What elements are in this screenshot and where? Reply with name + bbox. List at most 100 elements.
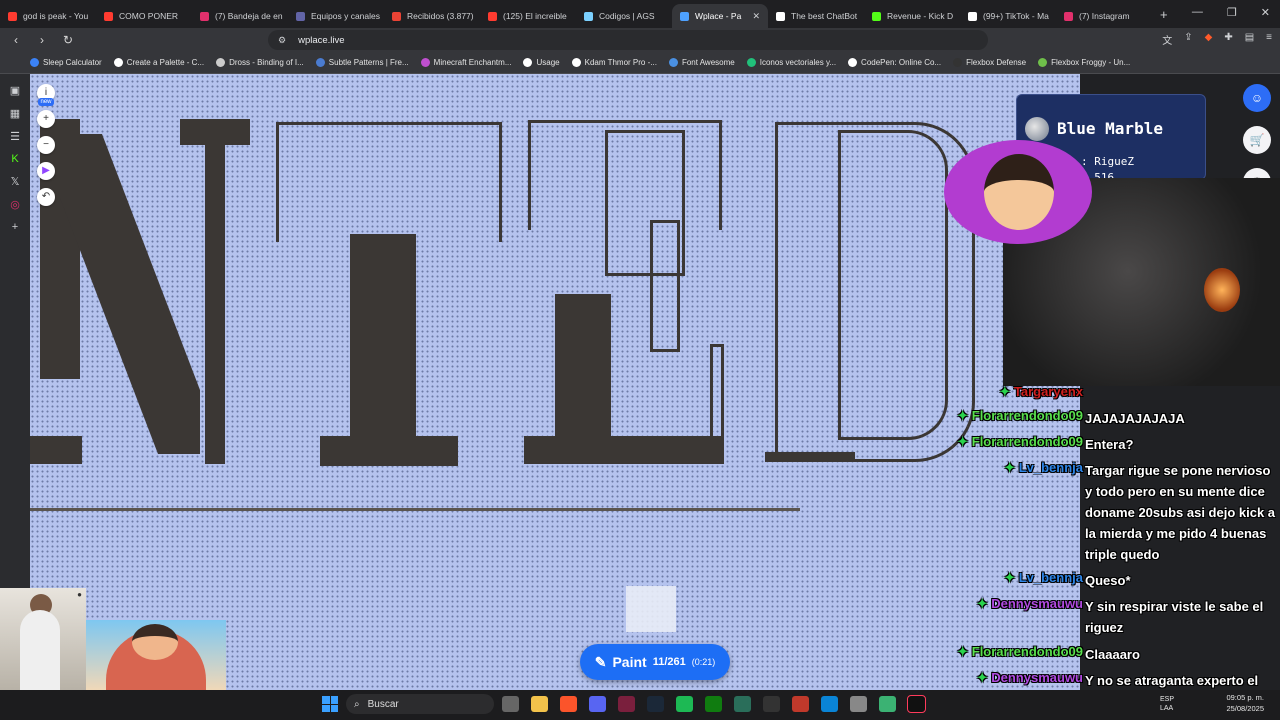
pixel-art-stroke bbox=[30, 436, 82, 464]
pixel-art-stroke bbox=[350, 234, 416, 464]
close-window-icon[interactable]: ✕ bbox=[1261, 6, 1270, 19]
chat-username[interactable]: ✦ Florarrendondo09 bbox=[940, 408, 1083, 429]
avatar-button[interactable]: ☺ bbox=[1243, 84, 1271, 112]
minimize-icon[interactable]: — bbox=[1192, 6, 1203, 19]
bookmark-item[interactable]: Create a Palette - C... bbox=[113, 58, 204, 67]
browser-tab[interactable]: (125) El increible bbox=[480, 4, 576, 28]
browser-tab[interactable]: Revenue - Kick D bbox=[864, 4, 960, 28]
chat-username[interactable]: ✦ Dennysmauwu bbox=[940, 670, 1083, 690]
reload-icon[interactable]: ↻ bbox=[58, 33, 78, 47]
cam-close-icon[interactable]: ● bbox=[77, 590, 82, 599]
reading-list-icon[interactable]: ☰ bbox=[0, 130, 30, 143]
bookmark-item[interactable]: Usage bbox=[523, 58, 560, 67]
bookmark-label: CodePen: Online Co... bbox=[861, 58, 942, 67]
chat-username[interactable]: ✦ Florarrendondo09 bbox=[940, 644, 1083, 665]
sidebar-toggle-icon[interactable]: ▤ bbox=[1245, 32, 1254, 47]
chat-username[interactable]: ✦ Targaryenx bbox=[940, 384, 1083, 400]
app-icon[interactable] bbox=[879, 696, 896, 712]
bookmark-item[interactable]: Font Awesome bbox=[668, 58, 735, 67]
file-explorer-icon[interactable] bbox=[531, 696, 548, 712]
chat-username[interactable]: ✦ Florarrendondo09 bbox=[940, 434, 1083, 455]
chat-username-text: Dennysmauwu bbox=[991, 670, 1083, 685]
chat-username[interactable]: ✦ Dennysmauwu bbox=[940, 596, 1083, 638]
twitch-button[interactable]: ▶ bbox=[37, 162, 55, 180]
chat-badge-icon: ✦ bbox=[1004, 570, 1019, 585]
tab-title: Equipos y canales bbox=[311, 11, 380, 21]
chrome-icon[interactable] bbox=[850, 696, 867, 712]
maximize-icon[interactable]: ❐ bbox=[1227, 6, 1237, 19]
clock-date: 25/08/2025 bbox=[1226, 704, 1264, 713]
notes-icon[interactable]: ▦ bbox=[0, 107, 30, 120]
address-bar[interactable]: ⚙ wplace.live bbox=[268, 30, 988, 50]
task-view-icon[interactable] bbox=[502, 696, 519, 712]
bookmark-item[interactable]: Iconos vectoriales y... bbox=[746, 58, 836, 67]
bookmark-item[interactable]: CodePen: Online Co... bbox=[848, 58, 941, 67]
zoom-in-button[interactable]: + bbox=[37, 110, 55, 128]
bookmark-item[interactable]: Kdam Thmor Pro -... bbox=[571, 58, 657, 67]
system-clock[interactable]: 09:05 p. m. 25/08/2025 bbox=[1226, 692, 1264, 714]
browser-tab[interactable]: Recibidos (3.877) bbox=[384, 4, 480, 28]
bookmark-favicon-icon bbox=[746, 58, 756, 67]
spotify-icon[interactable] bbox=[676, 696, 693, 712]
extensions-icon[interactable]: ✚ bbox=[1224, 32, 1232, 47]
paint-timer: (0:21) bbox=[691, 657, 716, 667]
chat-username[interactable]: ✦ Lv_bennja bbox=[940, 570, 1083, 591]
pixel-canvas[interactable] bbox=[30, 74, 1080, 690]
back-icon[interactable]: ‹ bbox=[6, 33, 26, 47]
menu-icon[interactable]: ≡ bbox=[1266, 32, 1272, 47]
tab-title: Recibidos (3.877) bbox=[407, 11, 474, 21]
translate-icon[interactable]: 文 bbox=[1162, 32, 1172, 47]
bookmark-item[interactable]: Sleep Calculator bbox=[30, 58, 102, 67]
app-icon[interactable] bbox=[734, 696, 751, 712]
browser-tab[interactable]: COMO PONER bbox=[96, 4, 192, 28]
undo-button[interactable]: ↶ bbox=[37, 188, 55, 206]
input-language[interactable]: ESP LAA bbox=[1160, 695, 1174, 713]
forward-icon[interactable]: › bbox=[32, 33, 52, 47]
vscode-icon[interactable] bbox=[821, 696, 838, 712]
instagram-icon[interactable]: ◎ bbox=[0, 198, 30, 211]
browser-tab[interactable]: (7) Bandeja de en bbox=[192, 4, 288, 28]
chat-username[interactable]: ✦ Lv_bennja bbox=[940, 460, 1083, 565]
site-info-icon[interactable]: ⚙ bbox=[278, 35, 286, 46]
bookmark-item[interactable]: Flexbox Defense bbox=[953, 58, 1026, 67]
guest-cam: ● bbox=[0, 588, 86, 690]
x-icon[interactable]: 𝕏 bbox=[0, 175, 30, 188]
bookmark-item[interactable]: Subtle Patterns | Fre... bbox=[315, 58, 409, 67]
tiktok-icon[interactable] bbox=[907, 695, 926, 713]
browser-tab[interactable]: god is peak - You bbox=[0, 4, 96, 28]
share-icon[interactable]: ⇪ bbox=[1184, 32, 1192, 47]
tab-strip: god is peak - You COMO PONER (7) Bandeja d… bbox=[0, 0, 1280, 28]
paint-button[interactable]: ✎ Paint 11/261 (0:21) bbox=[580, 644, 730, 680]
browser-tab[interactable]: (99+) TikTok - Ma bbox=[960, 4, 1056, 28]
tab-title: Codigos | AGS bbox=[599, 11, 655, 21]
chat-username-text: Lv_bennja bbox=[1018, 570, 1083, 585]
steam-icon[interactable] bbox=[647, 696, 664, 712]
browser-tab[interactable]: Wplace - Pa ✕ bbox=[672, 4, 768, 28]
bookmark-item[interactable]: Dross - Binding of I... bbox=[216, 58, 304, 67]
store-icon[interactable]: 🛒 bbox=[1243, 126, 1271, 154]
brave-icon[interactable] bbox=[560, 696, 577, 712]
app-icon[interactable] bbox=[618, 696, 635, 712]
bookmarks-bar: Sleep Calculator Create a Palette - C... D… bbox=[0, 52, 1280, 74]
browser-tab[interactable]: The best ChatBot bbox=[768, 4, 864, 28]
discord-icon[interactable] bbox=[589, 696, 606, 712]
browser-tab[interactable]: Codigos | AGS bbox=[576, 4, 672, 28]
zoom-out-button[interactable]: − bbox=[37, 136, 55, 154]
app-icon[interactable] bbox=[792, 696, 809, 712]
browser-tab[interactable]: Equipos y canales bbox=[288, 4, 384, 28]
tab-close-icon[interactable]: ✕ bbox=[752, 11, 760, 22]
kick-icon[interactable]: K bbox=[0, 153, 30, 165]
new-tab-button[interactable]: + bbox=[1160, 7, 1168, 22]
app-icon[interactable] bbox=[763, 696, 780, 712]
news-icon[interactable]: ▣ bbox=[0, 84, 30, 97]
bookmark-item[interactable]: Minecraft Enchantm... bbox=[420, 58, 511, 67]
url-text[interactable]: wplace.live bbox=[298, 35, 344, 46]
xbox-icon[interactable] bbox=[705, 696, 722, 712]
bookmark-item[interactable]: Flexbox Froggy - Un... bbox=[1038, 58, 1130, 67]
add-panel-icon[interactable]: + bbox=[0, 221, 30, 233]
tab-favicon-icon bbox=[296, 11, 305, 21]
windows-start-icon[interactable] bbox=[322, 696, 338, 712]
brave-shield-icon[interactable]: ◆ bbox=[1205, 32, 1213, 47]
browser-tab[interactable]: (7) Instagram bbox=[1056, 4, 1152, 28]
taskbar-search[interactable]: ⌕ Buscar bbox=[346, 694, 494, 714]
